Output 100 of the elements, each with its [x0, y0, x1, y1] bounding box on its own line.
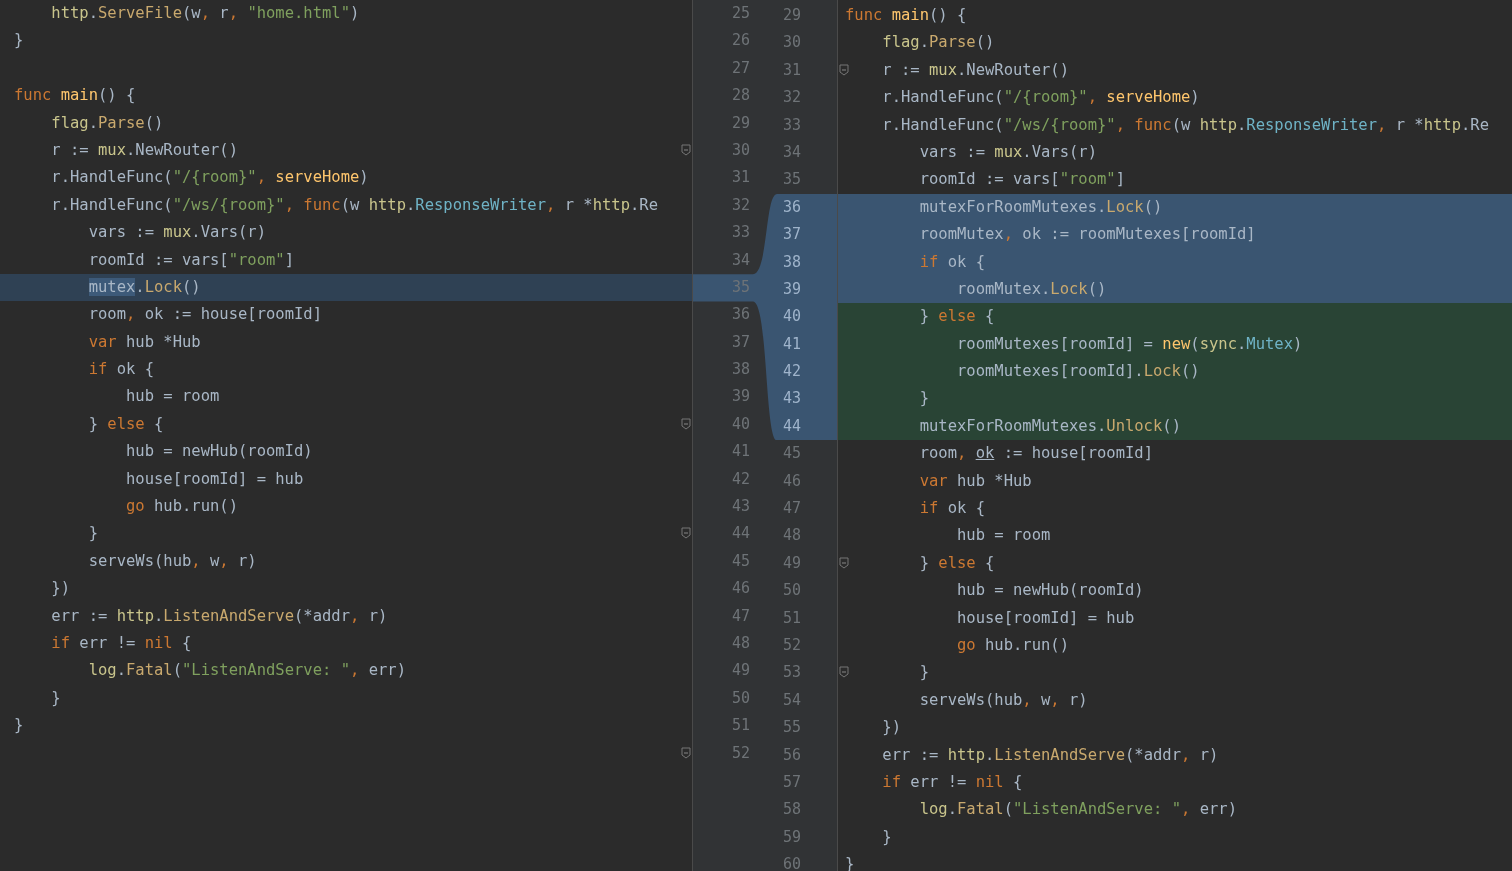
line-number: 44 [731, 524, 750, 543]
line-number: 52 [782, 636, 801, 654]
line-number: 51 [782, 608, 801, 627]
code-line: r.HandleFunc("/ws/{room}", func(w http.ResponseWriter, r *http.Re [50, 194, 659, 216]
line-number: 53 [782, 663, 801, 682]
line-number: 36 [731, 305, 750, 324]
code-line: } [844, 854, 856, 871]
line-number: 48 [731, 634, 750, 652]
line-number: 41 [731, 442, 750, 461]
line-number: 56 [782, 745, 801, 764]
line-number: 28 [731, 86, 750, 105]
code-line: go hub.run() [125, 496, 239, 518]
line-number: 37 [731, 332, 750, 351]
code-line: room, ok := house[roomId] [918, 443, 1154, 465]
line-number: 29 [731, 113, 750, 132]
code-line: http.ServeFile(w, r, "home.html") [50, 3, 361, 24]
line-number: 43 [731, 497, 750, 516]
code-line: serveWs(hub, w, r) [87, 550, 258, 572]
line-number: 38 [782, 252, 801, 271]
line-number: 34 [782, 142, 801, 161]
code-line: } [50, 687, 62, 709]
code-line: func main() { [844, 5, 968, 26]
line-number: 38 [731, 360, 750, 379]
line-number: 43 [782, 389, 801, 408]
line-number: 37 [782, 225, 801, 244]
line-number: 29 [782, 6, 801, 24]
code-line: flag.Parse() [881, 32, 996, 54]
code-line: }) [881, 717, 902, 739]
line-number: 46 [731, 579, 750, 598]
line-number: 31 [782, 60, 801, 79]
fold-icon[interactable] [681, 746, 691, 759]
line-number: 27 [731, 58, 750, 77]
fold-icon[interactable] [839, 666, 849, 679]
line-number: 36 [782, 197, 801, 216]
line-number: 58 [782, 800, 801, 819]
line-number: 34 [731, 250, 750, 269]
line-number: 33 [731, 223, 750, 242]
line-number: 51 [731, 716, 750, 735]
line-number: 33 [782, 115, 801, 134]
line-number: 46 [782, 471, 801, 490]
code-line: if err != nil { [50, 633, 193, 654]
line-number: 49 [782, 553, 801, 572]
code-line: } else { [0, 410, 692, 439]
line-number: 45 [782, 444, 801, 463]
code-line: hub = room [125, 386, 221, 408]
code-line: err := http.ListenAndServe(*addr, r) [881, 744, 1220, 766]
code-line: hub = newHub(roomId) [956, 580, 1145, 602]
line-number: 57 [782, 772, 801, 791]
code-line: serveWs(hub, w, r) [918, 689, 1089, 711]
code-line: roomId := vars["room"] [918, 169, 1126, 191]
line-number: 48 [782, 526, 801, 545]
line-number: 54 [782, 690, 801, 709]
code-line: } [881, 826, 893, 848]
line-number: 47 [731, 606, 750, 625]
fold-icon[interactable] [681, 527, 691, 540]
code-line: flag.Parse() [50, 112, 165, 134]
code-line: if ok { [87, 359, 155, 381]
code-line: var hub *Hub [918, 470, 1033, 492]
code-line: r.HandleFunc("/ws/{room}", func(w http.ResponseWriter, r *http.Re [881, 114, 1490, 136]
line-number: 35 [782, 170, 801, 189]
line-number: 42 [731, 469, 750, 488]
code-line: r.HandleFunc("/{room}", serveHome) [881, 87, 1201, 109]
code-line: hub = newHub(roomId) [125, 441, 314, 463]
code-line: err := http.ListenAndServe(*addr, r) [50, 605, 389, 627]
code-line: func main() { [13, 85, 137, 107]
line-number: 50 [731, 688, 750, 707]
code-line: } [13, 715, 25, 737]
code-line: }) [50, 578, 71, 600]
code-line: } [838, 659, 1512, 687]
code-line: go hub.run() [956, 635, 1070, 656]
line-number: 42 [782, 362, 801, 381]
fold-icon[interactable] [681, 143, 691, 156]
line-number: 49 [731, 661, 750, 680]
code-line: if ok { [918, 498, 986, 520]
line-number: 32 [731, 195, 750, 214]
line-number: 52 [731, 743, 750, 762]
code-line: log.Fatal("ListenAndServe: ", err) [918, 799, 1238, 821]
fold-icon[interactable] [839, 556, 849, 569]
line-number: 55 [782, 718, 801, 737]
line-number: 39 [731, 387, 750, 406]
code-line: hub = room [956, 525, 1052, 547]
code-line: } [0, 520, 692, 548]
line-number: 40 [731, 414, 750, 433]
code-line: } [13, 30, 25, 52]
code-line: room, ok := house[roomId] [87, 304, 323, 326]
code-line: r.HandleFunc("/{room}", serveHome) [50, 167, 370, 189]
line-number: 25 [731, 4, 750, 22]
code-line: roomId := vars["room"] [87, 249, 295, 271]
line-number: 40 [782, 307, 801, 326]
code-line: vars := mux.Vars(r) [918, 141, 1098, 163]
code-line: } else { [838, 549, 1512, 578]
code-line: log.Fatal("ListenAndServe: ", err) [87, 660, 407, 682]
line-number: 32 [782, 88, 801, 107]
code-line: vars := mux.Vars(r) [87, 222, 267, 244]
line-number: 30 [731, 140, 750, 159]
code-line: r := mux.NewRouter() [838, 56, 1512, 85]
line-number: 47 [782, 499, 801, 518]
fold-icon[interactable] [681, 417, 691, 430]
line-number: 50 [782, 581, 801, 600]
fold-icon[interactable] [839, 63, 849, 76]
